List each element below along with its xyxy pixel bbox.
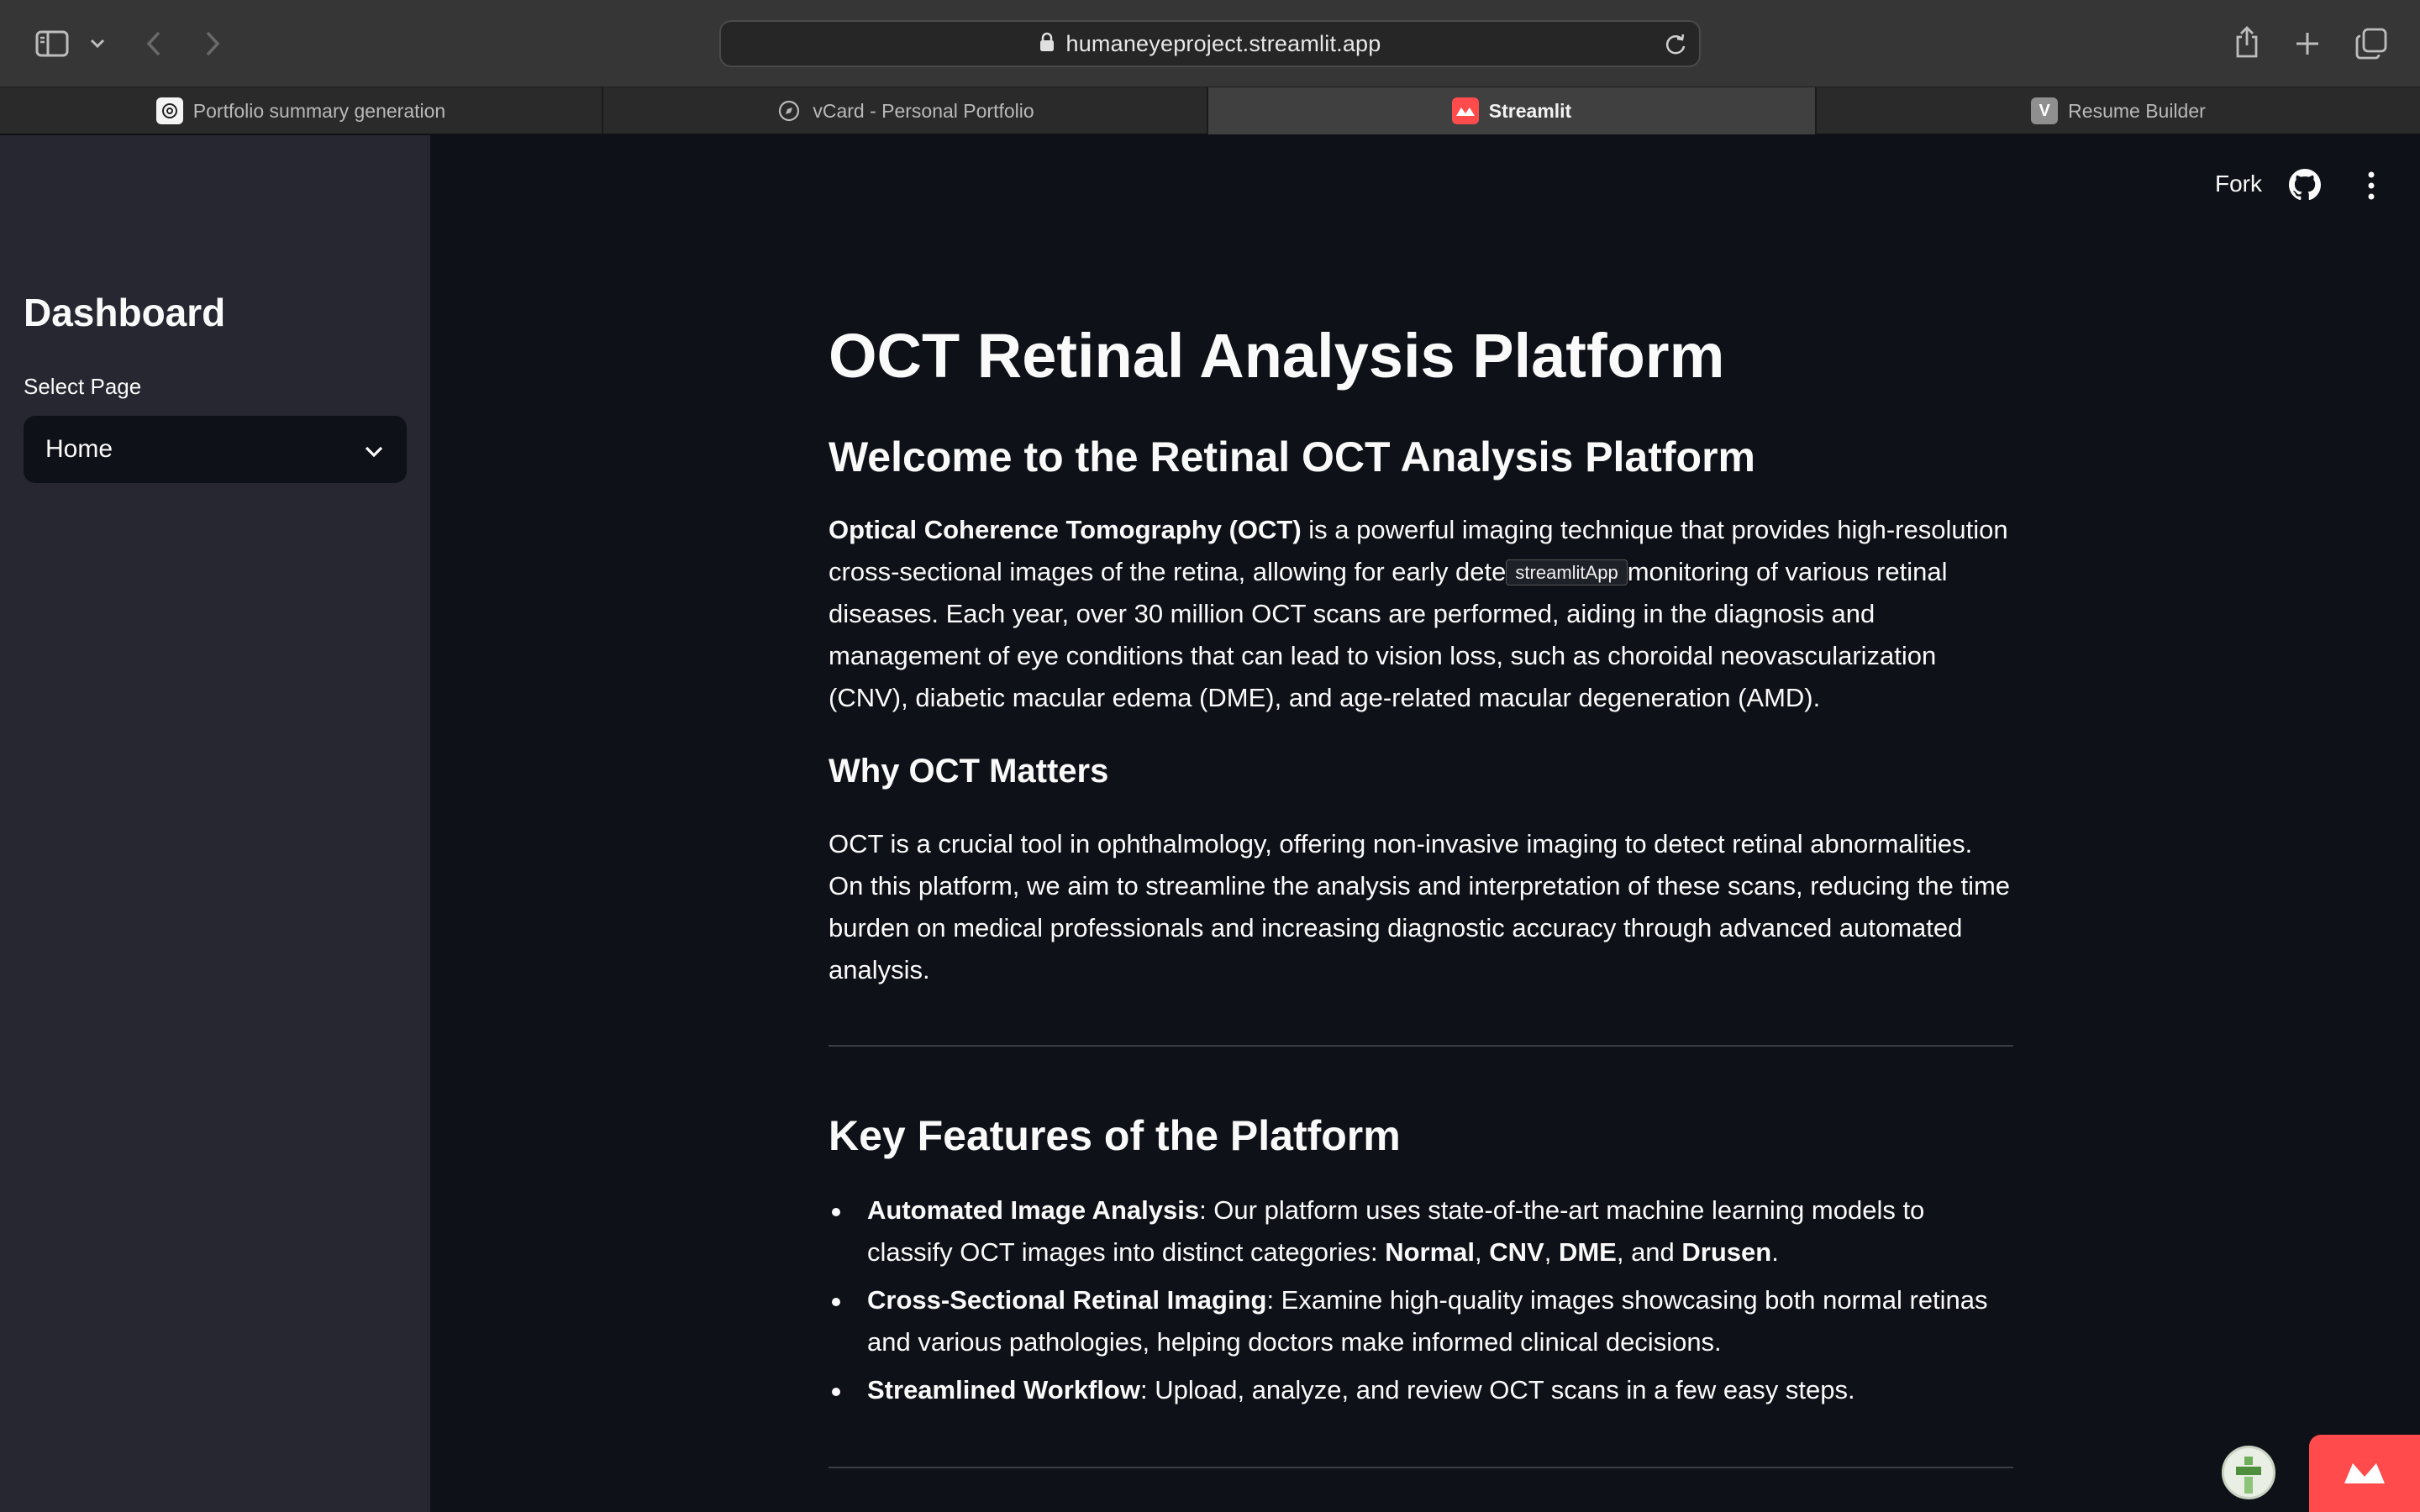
- category-drusen: Drusen: [1681, 1237, 1772, 1267]
- intro-paragraph: Optical Coherence Tomography (OCT) is a …: [829, 509, 2013, 719]
- feature-title: Streamlined Workflow: [867, 1375, 1140, 1404]
- features-heading: Key Features of the Platform: [829, 1112, 1401, 1159]
- kebab-menu-icon[interactable]: [2366, 171, 2376, 205]
- tab-label: vCard - Personal Portfolio: [813, 99, 1034, 122]
- lock-icon: [1039, 32, 1055, 56]
- feature-title: Automated Image Analysis: [867, 1195, 1200, 1225]
- category-normal: Normal: [1385, 1237, 1476, 1267]
- divider: [829, 1467, 2013, 1468]
- list-item: Streamlined Workflow: Upload, analyze, a…: [829, 1369, 2013, 1411]
- category-cnv: CNV: [1489, 1237, 1544, 1267]
- feature-text: : Upload, analyze, and review OCT scans …: [1140, 1375, 1855, 1404]
- tab-vcard-portfolio[interactable]: vCard - Personal Portfolio: [603, 87, 1208, 134]
- user-avatar[interactable]: [2222, 1446, 2275, 1499]
- tab-label: Resume Builder: [2068, 99, 2206, 122]
- chevron-down-icon[interactable]: [86, 32, 109, 55]
- tab-strip: Portfolio summary generation vCard - Per…: [0, 87, 2420, 134]
- tab-streamlit[interactable]: Streamlit: [1208, 87, 1817, 134]
- page-title: OCT Retinal Analysis Platform: [829, 321, 1725, 391]
- new-tab-icon[interactable]: [2291, 27, 2324, 60]
- separator: ,: [1544, 1237, 1559, 1267]
- streamlit-icon: [1451, 97, 1479, 124]
- sidebar: Dashboard Select Page Home: [0, 135, 430, 1512]
- openai-icon: [155, 97, 183, 124]
- share-icon[interactable]: [2230, 22, 2264, 62]
- forward-arrow-icon[interactable]: [200, 27, 225, 60]
- streamlit-crown-icon: [2341, 1455, 2388, 1493]
- separator: .: [1771, 1237, 1779, 1267]
- select-page-label: Select Page: [24, 374, 142, 399]
- main-area: Fork OCT Retinal Analysis Platform Welco…: [430, 135, 2420, 1512]
- chevron-down-icon: [363, 439, 385, 468]
- reload-icon[interactable]: [1664, 33, 1687, 60]
- address-bar[interactable]: humaneyeproject.streamlit.app: [719, 20, 1701, 67]
- separator: ,: [1475, 1237, 1490, 1267]
- list-item: Cross-Sectional Retinal Imaging: Examine…: [829, 1279, 2013, 1363]
- url-text: humaneyeproject.streamlit.app: [1065, 30, 1381, 56]
- divider: [829, 1045, 2013, 1047]
- tab-resume-builder[interactable]: V Resume Builder: [1817, 87, 2420, 134]
- fork-button[interactable]: Fork: [2215, 171, 2262, 197]
- why-paragraph: OCT is a crucial tool in ophthalmology, …: [829, 829, 2011, 984]
- tab-overview-icon[interactable]: [2353, 25, 2390, 62]
- separator: , and: [1616, 1237, 1682, 1267]
- compass-icon: [776, 97, 802, 124]
- sidebar-toggle-icon[interactable]: [32, 25, 72, 62]
- page-select-value: Home: [45, 435, 113, 463]
- v-letter-icon: V: [2031, 97, 2059, 124]
- streamlit-badge[interactable]: [2309, 1435, 2420, 1512]
- tab-label: Portfolio summary generation: [192, 99, 446, 122]
- category-dme: DME: [1558, 1237, 1617, 1267]
- tab-portfolio-summary[interactable]: Portfolio summary generation: [0, 87, 603, 134]
- oct-term: Optical Coherence Tomography (OCT): [829, 515, 1302, 544]
- github-icon[interactable]: [2289, 169, 2321, 205]
- page-select[interactable]: Home: [24, 416, 407, 483]
- welcome-heading: Welcome to the Retinal OCT Analysis Plat…: [829, 433, 1756, 480]
- feature-title: Cross-Sectional Retinal Imaging: [867, 1285, 1267, 1315]
- why-heading: Why OCT Matters: [829, 753, 1109, 790]
- back-arrow-icon[interactable]: [141, 27, 166, 60]
- tooltip: streamlitApp: [1506, 559, 1628, 585]
- sidebar-title: Dashboard: [24, 291, 226, 334]
- tab-label: Streamlit: [1488, 99, 1572, 122]
- features-list: Automated Image Analysis: Our platform u…: [829, 1189, 2013, 1417]
- list-item: Automated Image Analysis: Our platform u…: [829, 1189, 2013, 1273]
- browser-toolbar: humaneyeproject.streamlit.app: [0, 0, 2420, 87]
